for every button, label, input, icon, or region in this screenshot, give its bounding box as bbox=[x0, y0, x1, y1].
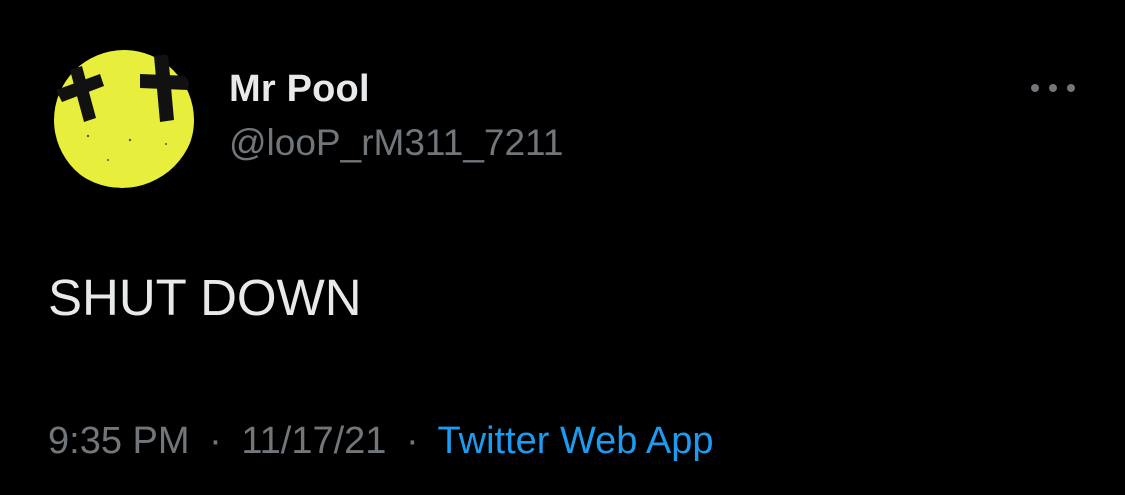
yellow-smiley-avatar-icon bbox=[48, 40, 196, 188]
more-dot bbox=[1067, 84, 1075, 92]
tweet-time[interactable]: 9:35 PM bbox=[48, 420, 190, 462]
separator: · bbox=[209, 420, 222, 462]
more-dot bbox=[1031, 84, 1039, 92]
tweet-meta: 9:35 PM · 11/17/21 · Twitter Web App bbox=[48, 418, 714, 464]
author-info: Mr Pool @looP_rM311_7211 bbox=[229, 66, 563, 166]
more-horizontal-icon[interactable] bbox=[1031, 78, 1075, 98]
display-name[interactable]: Mr Pool bbox=[229, 66, 563, 112]
separator: · bbox=[405, 420, 419, 462]
source-link[interactable]: Twitter Web App bbox=[438, 420, 714, 462]
tweet[interactable]: Mr Pool @looP_rM311_7211 SHUT DOWN 9:35 … bbox=[0, 0, 1125, 495]
handle[interactable]: @looP_rM311_7211 bbox=[229, 120, 563, 166]
tweet-date[interactable]: 11/17/21 bbox=[241, 420, 386, 462]
more-dot bbox=[1049, 84, 1057, 92]
avatar[interactable] bbox=[48, 40, 196, 188]
tweet-text: SHUT DOWN bbox=[48, 269, 362, 326]
